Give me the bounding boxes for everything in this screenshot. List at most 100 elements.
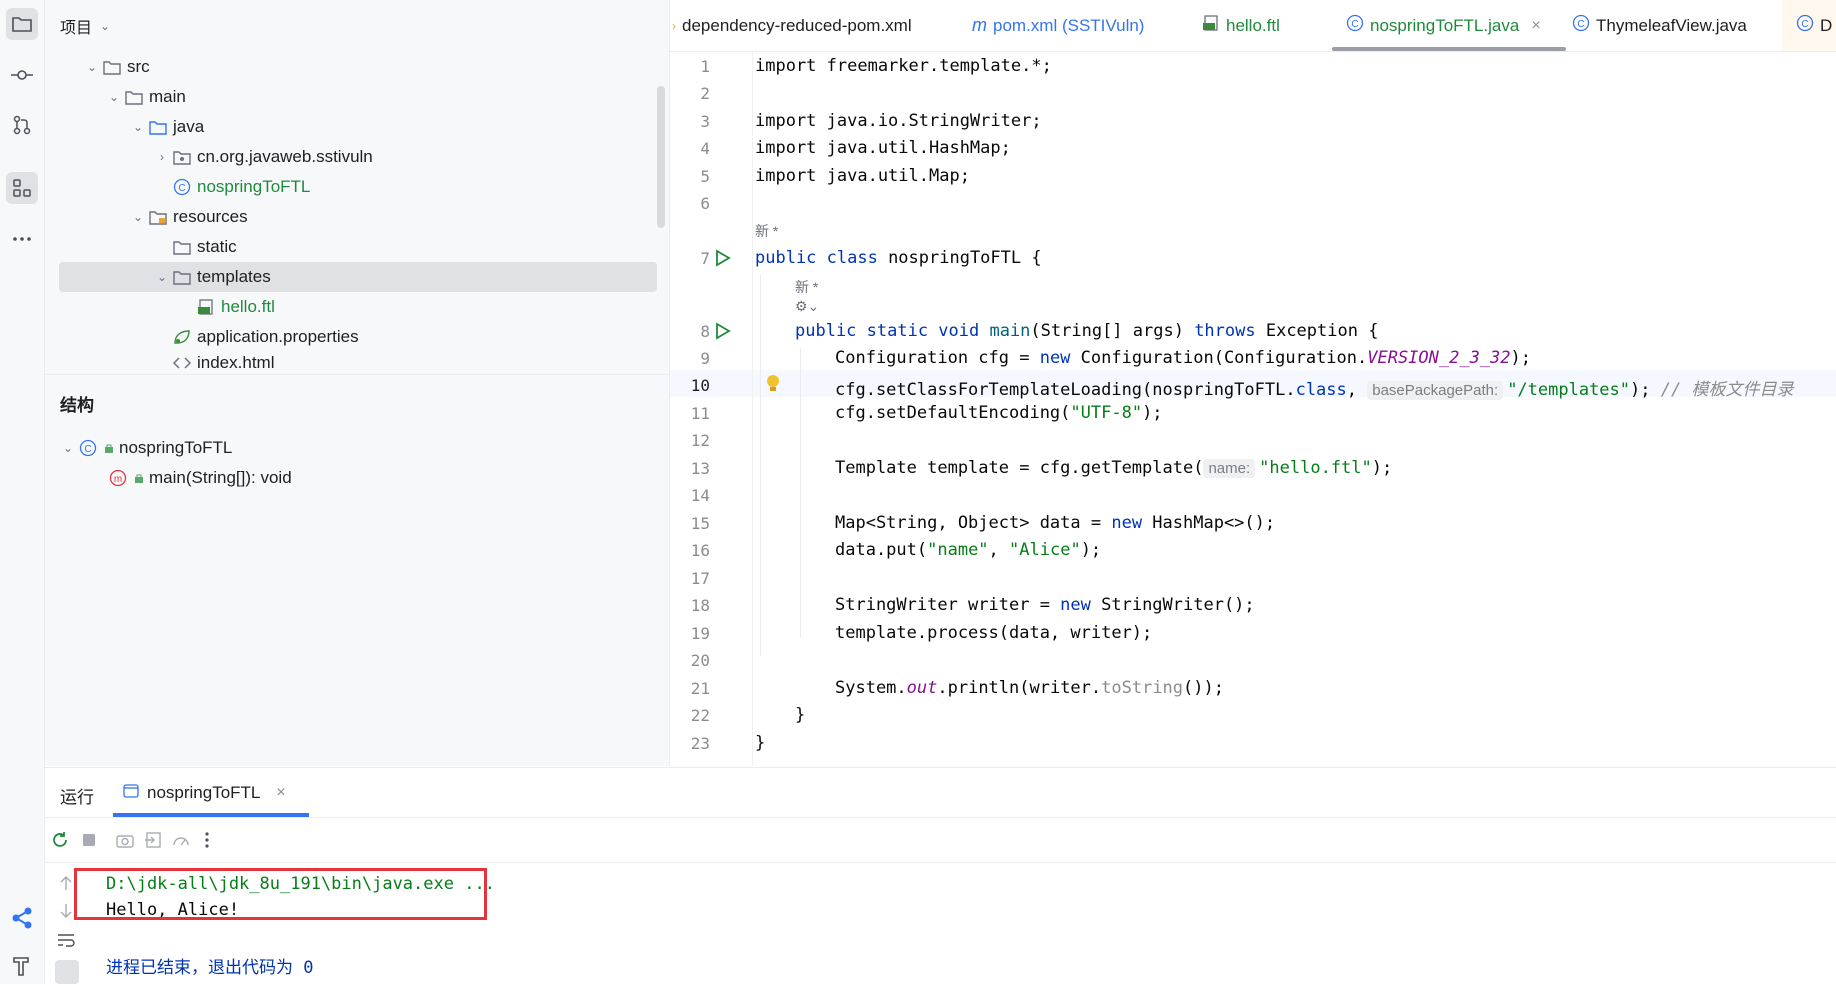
project-scrollbar[interactable] [657, 86, 665, 228]
run-toolbar [45, 818, 1836, 863]
tree-item-package[interactable]: › cn.org.javaweb.sstivuln [59, 142, 657, 172]
html-icon [171, 354, 193, 372]
active-tab-indicator [1332, 47, 1566, 51]
tab-nospringtoftl[interactable]: C nospringToFTL.java × [1332, 0, 1566, 51]
close-icon[interactable]: × [1531, 17, 1540, 35]
console-exit-line: 进程已结束，退出代码为 0 [106, 958, 314, 978]
tab-overflow[interactable]: C D [1782, 0, 1836, 51]
structure-item-class[interactable]: ⌄ C nospringToFTL [59, 433, 657, 463]
tree-item-label: hello.ftl [221, 297, 275, 316]
tree-item-application-properties[interactable]: application.properties [59, 322, 657, 352]
folder-icon [123, 88, 145, 106]
chevron-down-icon[interactable]: ⌄ [129, 210, 147, 224]
code-line: Template template = cfg.getTemplate(name… [835, 458, 1393, 478]
line-number: 2 [700, 84, 710, 103]
pull-request-icon[interactable] [6, 109, 38, 141]
project-panel-header[interactable]: 项目 ⌄ [60, 14, 110, 38]
tree-item-java[interactable]: ⌄ java [59, 112, 657, 142]
tab-dependency-reduced-pom[interactable]: › dependency-reduced-pom.xml [670, 0, 912, 51]
tree-item-src[interactable]: ⌄ src [59, 52, 657, 82]
import-icon[interactable] [143, 830, 163, 850]
structure-item-method[interactable]: m main(String[]): void [59, 463, 657, 493]
tree-item-label: cn.org.javaweb.sstivuln [197, 147, 373, 166]
tree-item-label: application.properties [197, 327, 359, 346]
code-line: public static void main(String[] args) t… [795, 321, 1379, 341]
svg-text:m: m [114, 474, 122, 485]
tree-item-static[interactable]: static [59, 232, 657, 262]
line-number: 19 [690, 624, 710, 643]
stop-icon[interactable] [79, 830, 99, 850]
editor-tab-bar: › dependency-reduced-pom.xml m pom.xml (… [670, 0, 1836, 52]
services-icon[interactable] [6, 902, 38, 934]
maven-icon: m [972, 15, 987, 35]
tab-pom-xml[interactable]: m pom.xml (SSTIVuln) [972, 0, 1144, 51]
chevron-down-icon[interactable]: ⌄ [153, 270, 171, 284]
line-number: 10 [690, 376, 710, 395]
tree-item-nospringtoftl[interactable]: C nospringToFTL [59, 172, 657, 202]
tab-label: dependency-reduced-pom.xml [682, 15, 912, 35]
code-line: data.put("name", "Alice"); [835, 540, 1102, 560]
indent-guide [760, 274, 761, 656]
svg-text:C: C [178, 183, 185, 194]
folder-icon [171, 238, 193, 256]
code-editor[interactable]: 1 2 3 4 5 6 7 8 9 10 11 12 13 14 15 16 1… [670, 52, 1836, 766]
chevron-down-icon[interactable]: ⌄ [59, 441, 77, 455]
tree-item-resources[interactable]: ⌄ resources [59, 202, 657, 232]
tree-item-label: java [173, 117, 205, 136]
tree-item-templates[interactable]: ⌄ templates [59, 262, 657, 292]
code-line: cfg.setClassForTemplateLoading(nospringT… [835, 380, 1794, 400]
project-panel: 项目 ⌄ ⌄ src ⌄ main ⌄ java › cn.org.javawe… [45, 0, 670, 766]
commit-icon[interactable] [6, 59, 38, 91]
tree-item-hello-ftl[interactable]: hello.ftl [59, 292, 657, 322]
rerun-icon[interactable] [50, 830, 70, 850]
chevron-right-icon[interactable]: › [153, 150, 171, 164]
tree-item-label: src [127, 57, 150, 76]
close-icon[interactable]: × [276, 784, 285, 802]
folder-icon [171, 268, 193, 286]
arrow-up-icon[interactable] [59, 875, 73, 896]
xml-icon: › [672, 18, 676, 33]
code-line: Map<String, Object> data = new HashMap<>… [835, 513, 1276, 533]
build-icon[interactable] [6, 950, 38, 982]
more-icon[interactable] [6, 223, 38, 255]
code-line: StringWriter writer = new StringWriter()… [835, 595, 1255, 615]
method-icon: m [107, 469, 129, 487]
structure-icon[interactable] [6, 172, 38, 204]
tab-label: ThymeleafView.java [1596, 15, 1747, 35]
author-icon[interactable]: ⚙⌄ [795, 298, 819, 315]
active-run-tab-indicator [113, 813, 309, 817]
structure-item-label: nospringToFTL [119, 438, 233, 457]
class-icon: C [171, 178, 193, 196]
lightbulb-icon[interactable] [765, 374, 781, 398]
tab-thymeleafview[interactable]: C ThymeleafView.java [1572, 0, 1747, 51]
line-number: 6 [700, 194, 710, 213]
tree-item-index-html[interactable]: index.html [59, 352, 657, 374]
source-folder-icon [147, 118, 169, 136]
soft-wrap-icon[interactable] [57, 933, 75, 952]
more-vertical-icon[interactable] [197, 830, 217, 850]
line-number: 15 [690, 514, 710, 533]
tab-label: nospringToFTL.java [1370, 15, 1520, 35]
chevron-down-icon[interactable]: ⌄ [129, 120, 147, 134]
arrow-down-icon[interactable] [59, 903, 73, 924]
class-icon: C [1346, 14, 1364, 37]
chevron-down-icon[interactable]: ⌄ [83, 60, 101, 74]
chevron-down-icon[interactable]: ⌄ [105, 90, 123, 104]
profiler-icon[interactable] [171, 830, 191, 850]
ftl-icon [195, 298, 217, 316]
tree-item-label: main [149, 87, 186, 106]
param-hint: name: [1203, 459, 1256, 478]
ftl-icon [1202, 15, 1220, 36]
chevron-down-icon: ⌄ [100, 19, 111, 33]
run-gutter-icon[interactable] [715, 249, 731, 271]
run-gutter-icon[interactable] [715, 322, 731, 344]
camera-icon[interactable] [115, 830, 135, 850]
tab-hello-ftl[interactable]: hello.ftl [1202, 0, 1280, 51]
tree-item-main[interactable]: ⌄ main [59, 82, 657, 112]
run-tab-nospringtoftl[interactable]: nospringToFTL × [113, 768, 296, 817]
line-number: 4 [700, 139, 710, 158]
scroll-to-end-icon[interactable] [55, 960, 79, 984]
project-folder-icon[interactable] [6, 8, 38, 40]
package-icon [171, 148, 193, 166]
folder-icon [101, 58, 123, 76]
